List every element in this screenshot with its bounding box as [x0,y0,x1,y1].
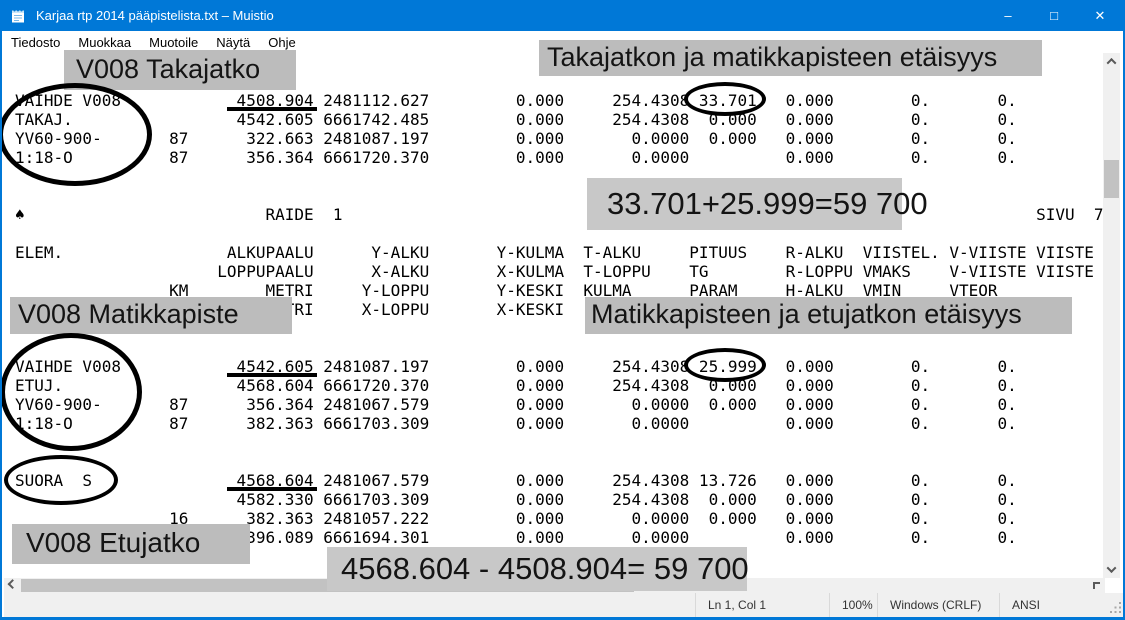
notepad-window: Karjaa rtp 2014 pääpistelista.txt – Muis… [0,0,1125,620]
notepad-icon [10,8,26,24]
annotation-sum-formula: 33.701+25.999=59 700 [587,178,902,230]
status-spacer [4,593,695,617]
underline-4508904 [227,107,317,111]
close-button[interactable]: ✕ [1077,0,1123,31]
chevron-down-icon [1107,563,1117,573]
annotation-takajatko-label: V008 Takajatko [64,50,296,90]
resize-grip[interactable] [1109,601,1122,614]
vertical-scrollbar-thumb[interactable] [1104,160,1119,198]
menu-nayta[interactable]: Näytä [207,33,259,52]
minimize-button[interactable]: – [985,0,1031,31]
chevron-up-icon [1107,58,1117,68]
menu-muotoile[interactable]: Muotoile [140,33,207,52]
scroll-left-arrow[interactable] [4,578,21,593]
ellipse-etujatko-block [0,333,142,451]
window-title: Karjaa rtp 2014 pääpistelista.txt – Muis… [36,8,274,23]
title-bar: Karjaa rtp 2014 pääpistelista.txt – Muis… [2,0,1123,31]
ellipse-takajatko-block [0,83,152,186]
maximize-button[interactable]: □ [1031,0,1077,31]
vertical-scrollbar[interactable] [1103,53,1120,578]
chevron-left-icon [8,579,18,589]
status-bar: Ln 1, Col 1 100% Windows (CRLF) ANSI [4,593,1125,617]
annotation-distance-top-label: Takajatkon ja matikkapisteen etäisyys [539,40,1042,76]
annotation-matikkapiste-label: V008 Matikkapiste [10,297,292,334]
underline-4542605 [227,373,317,377]
ellipse-25999 [684,348,766,382]
status-line-ending: Windows (CRLF) [877,593,999,617]
menu-ohje[interactable]: Ohje [259,33,304,52]
status-encoding: ANSI [999,593,1125,617]
menu-tiedosto[interactable]: Tiedosto [2,33,69,52]
annotation-etujatko-label: V008 Etujatko [12,524,250,564]
annotation-diff-formula: 4568.604 - 4508.904= 59 700 [327,547,747,591]
status-zoom-level: 100% [829,593,877,617]
ellipse-suora [4,455,118,505]
ellipse-33701 [684,82,766,116]
annotation-distance-mid-label: Matikkapisteen ja etujatkon etäisyys [585,297,1072,334]
underline-4568604 [227,487,317,491]
scroll-up-arrow[interactable] [1103,53,1120,70]
menu-muokkaa[interactable]: Muokkaa [69,33,140,52]
scroll-right-arrow[interactable] [1088,578,1105,593]
scroll-down-arrow[interactable] [1103,561,1120,578]
status-cursor-position: Ln 1, Col 1 [695,593,829,617]
